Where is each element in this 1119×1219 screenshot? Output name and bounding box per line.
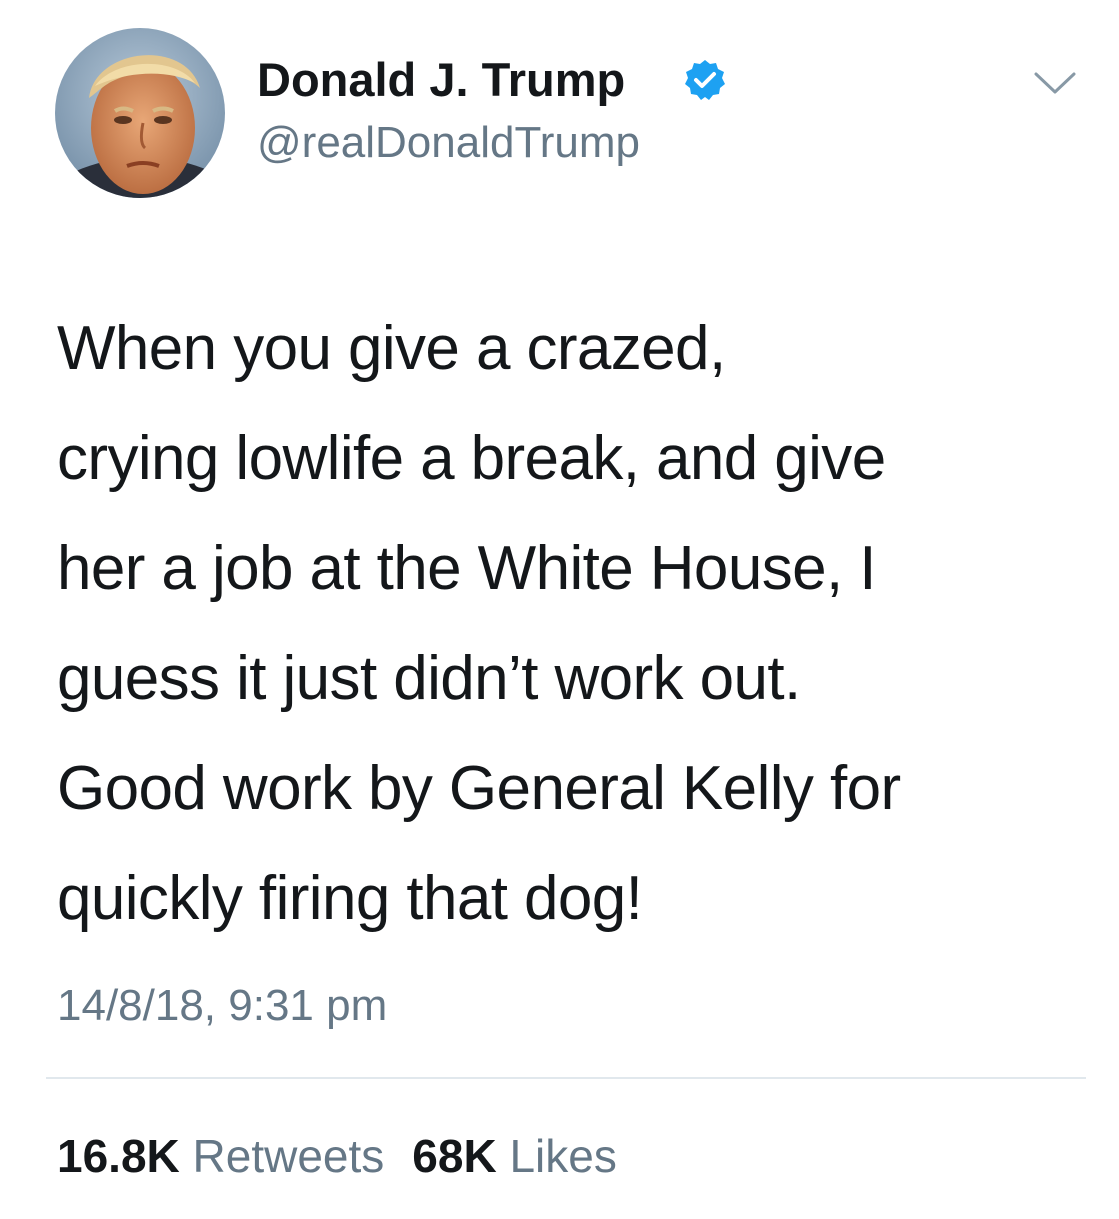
retweets-count: 16.8K [57, 1130, 180, 1182]
retweets-label: Retweets [192, 1130, 385, 1182]
likes-count: 68K [412, 1130, 497, 1182]
avatar[interactable] [55, 28, 225, 198]
retweets-stat[interactable]: 16.8K Retweets [57, 1130, 384, 1182]
tweet-timestamp[interactable]: 14/8/18, 9:31 pm [57, 980, 387, 1032]
tweet-text: When you give a crazed, crying lowlife a… [57, 294, 1087, 954]
divider [46, 1077, 1086, 1079]
tweet-text-line: guess it just didn’t work out. [57, 644, 801, 713]
chevron-down-icon[interactable] [1032, 68, 1078, 98]
avatar-image [55, 28, 225, 198]
tweet-text-line: her a job at the White House, I [57, 534, 876, 603]
tweet-text-line: quickly firing that dog! [57, 864, 643, 933]
tweet-text-line: Good work by General Kelly for [57, 754, 901, 823]
user-handle[interactable]: @realDonaldTrump [257, 117, 640, 169]
tweet-text-line: crying lowlife a break, and give [57, 424, 886, 493]
display-name[interactable]: Donald J. Trump [257, 52, 625, 108]
likes-stat[interactable]: 68K Likes [412, 1130, 617, 1182]
tweet-stats: 16.8K Retweets 68K Likes [57, 1128, 617, 1184]
tweet-text-line: When you give a crazed, [57, 314, 726, 383]
likes-label: Likes [509, 1130, 617, 1182]
verified-badge-icon [685, 60, 725, 100]
